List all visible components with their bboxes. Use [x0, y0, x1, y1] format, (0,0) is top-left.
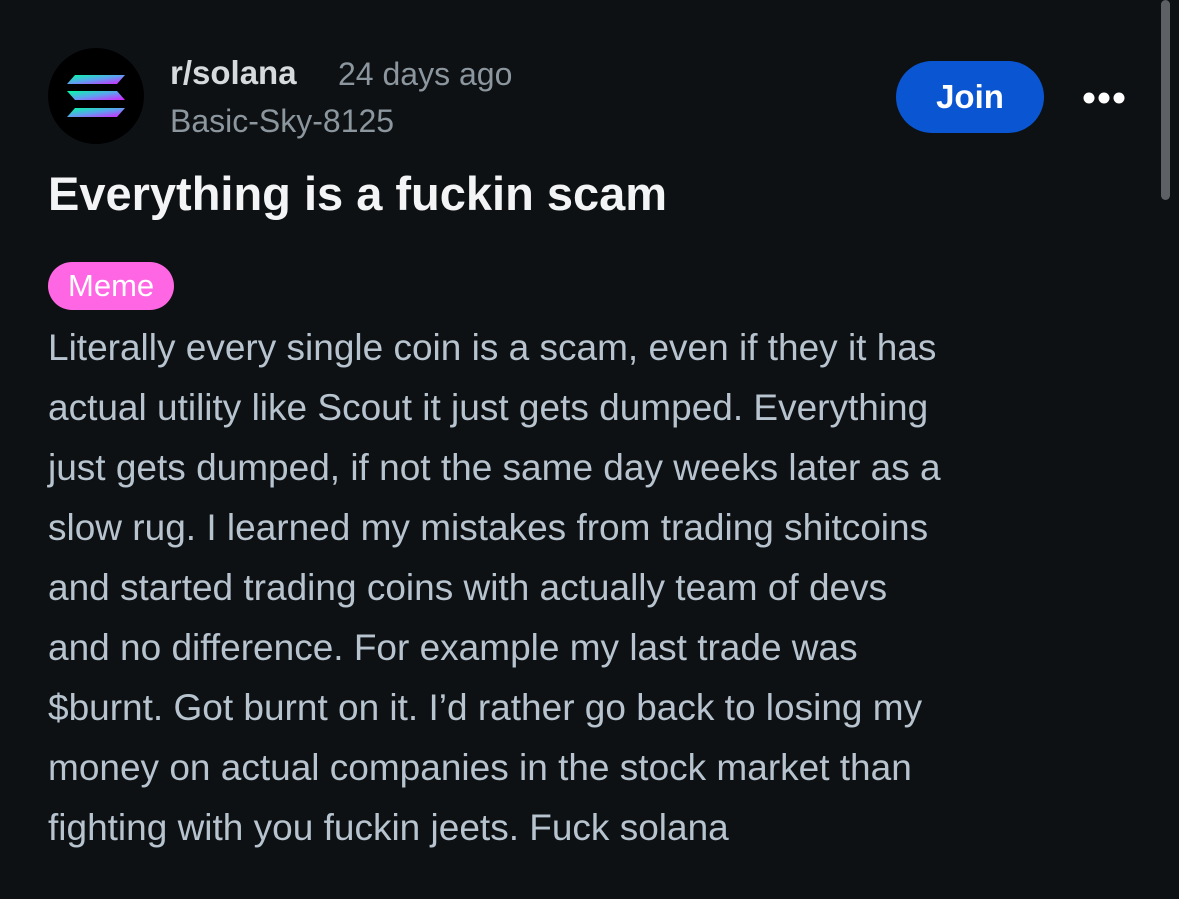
post-body-line: just gets dumped, if not the same day we… [48, 447, 941, 488]
join-button[interactable]: Join [896, 61, 1044, 133]
post-body-line: and no difference. For example my last t… [48, 627, 858, 668]
post-body-line: slow rug. I learned my mistakes from tra… [48, 507, 929, 548]
post-body-line: money on actual companies in the stock m… [48, 747, 912, 788]
post-body-line: fighting with you fuckin jeets. Fuck sol… [48, 807, 729, 848]
post-body-line: actual utility like Scout it just gets d… [48, 387, 929, 428]
post-body-line: Literally every single coin is a scam, e… [48, 327, 937, 368]
post-body-line: $burnt. Got burnt on it. I’d rather go b… [48, 687, 923, 728]
scrollbar[interactable] [1161, 0, 1170, 200]
author-username[interactable]: Basic-Sky-8125 [170, 100, 394, 142]
post-title[interactable]: Everything is a fuckin scam [48, 164, 667, 224]
post-flair[interactable]: Meme [48, 262, 175, 310]
post-body: Literally every single coin is a scam, e… [48, 318, 1133, 858]
more-horizontal-icon [1083, 92, 1125, 104]
subreddit-name[interactable]: r/solana [170, 52, 297, 94]
post-body-line: and started trading coins with actually … [48, 567, 888, 608]
solana-logo-icon [67, 75, 125, 117]
subreddit-avatar[interactable] [48, 48, 144, 144]
post-timestamp: 24 days ago [338, 56, 513, 92]
more-options-button[interactable] [1078, 80, 1130, 116]
